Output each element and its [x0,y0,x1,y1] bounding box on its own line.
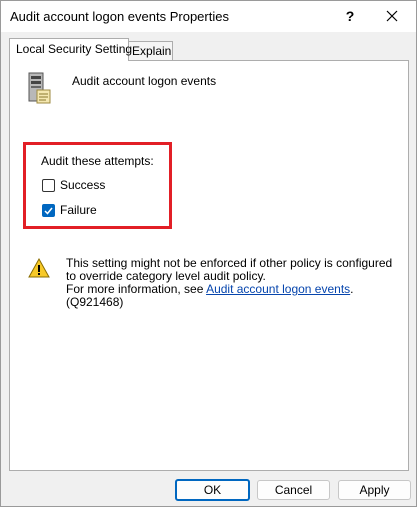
close-icon [386,10,398,22]
more-info-prefix: For more information, see [66,282,207,296]
apply-button[interactable]: Apply [338,480,411,500]
warning-line: This setting might not be enforced if ot… [66,256,393,283]
failure-checkbox-row[interactable]: Failure [42,202,97,218]
success-label: Success [60,178,106,192]
close-button[interactable] [379,5,405,27]
warning-icon [28,257,50,278]
success-checkbox-row[interactable]: Success [42,177,105,193]
window-title: Audit account logon events Properties [10,9,229,24]
tab-panel: Audit account logon events Audit these a… [9,60,409,471]
properties-dialog: Audit account logon events Properties ? … [0,0,417,507]
help-button[interactable]: ? [337,5,363,27]
cancel-button[interactable]: Cancel [257,480,330,500]
policy-name: Audit account logon events [72,74,217,88]
policy-help-link[interactable]: Audit account logon events [206,282,350,296]
tab-local-security-setting[interactable]: Local Security Setting [9,38,132,61]
server-policy-icon [23,71,53,105]
failure-label: Failure [60,203,97,217]
title-bar[interactable]: Audit account logon events Properties ? [1,1,416,32]
more-info-line: For more information, see Audit account … [66,283,401,309]
success-checkbox[interactable] [42,178,55,192]
checkmark-icon [44,207,53,215]
tab-explain[interactable]: Explain [125,41,173,60]
failure-checkbox[interactable] [42,203,55,217]
warning-message: This setting might not be enforced if ot… [66,257,401,309]
audit-attempts-label: Audit these attempts: [41,154,154,168]
ok-button[interactable]: OK [175,479,250,501]
